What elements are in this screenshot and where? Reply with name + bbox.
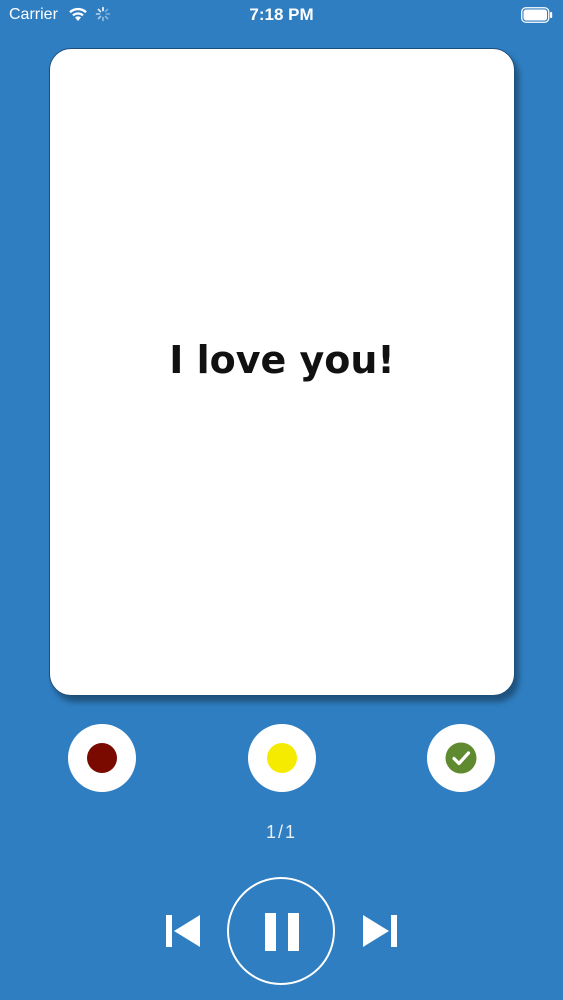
check-circle-icon — [445, 742, 477, 774]
pause-icon — [265, 913, 299, 951]
rate-good-button[interactable] — [427, 724, 495, 792]
yellow-dot-icon — [267, 743, 297, 773]
status-bar: Carrier 7:18 PM — [0, 0, 563, 30]
red-dot-icon — [87, 743, 117, 773]
previous-card-button[interactable] — [164, 912, 202, 950]
next-card-button[interactable] — [361, 912, 399, 950]
rate-again-button[interactable] — [68, 724, 136, 792]
rate-hard-button[interactable] — [248, 724, 316, 792]
skip-previous-icon — [166, 915, 200, 947]
flashcard[interactable]: I love you! — [49, 48, 515, 696]
skip-next-icon — [363, 915, 397, 947]
status-time: 7:18 PM — [249, 5, 314, 24]
card-text: I love you! — [169, 337, 395, 382]
battery-icon — [521, 7, 553, 23]
progress-counter: 1/1 — [265, 822, 298, 842]
screen: Carrier 7:18 PM I love you! 1/1 — [0, 0, 563, 1000]
pause-button[interactable] — [227, 877, 335, 985]
